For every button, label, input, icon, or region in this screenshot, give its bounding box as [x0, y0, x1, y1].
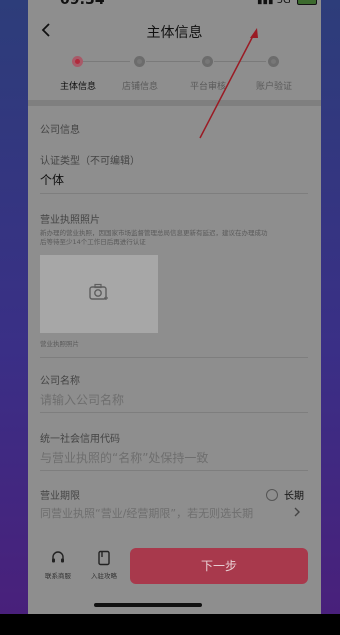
license-label: 营业执照照片: [40, 215, 100, 226]
home-indicator: [94, 603, 202, 607]
credit-code-input[interactable]: 与营业执照的“名称”处保持一致: [40, 449, 208, 466]
company-name-input[interactable]: 请输入公司名称: [40, 391, 124, 408]
license-hint-line-2: 后等待至少14个工作日后再进行认证: [40, 238, 146, 246]
contact-service-label: 联系商服: [45, 572, 71, 580]
next-button[interactable]: 下一步: [130, 548, 308, 584]
cert-type-value: 个体: [40, 173, 65, 187]
license-hint: 新办理的营业执照，因国家市场监督管理总局信息更新有延迟，建议在办理成功 后等待至…: [40, 229, 312, 247]
license-caption: 营业执照照片: [40, 340, 79, 348]
contact-service-button[interactable]: 联系商服: [40, 550, 76, 580]
guide-label: 入驻攻略: [91, 572, 117, 580]
credit-code-label: 统一社会信用代码: [40, 434, 120, 445]
book-icon: [98, 550, 110, 566]
long-term-radio[interactable]: [266, 489, 278, 501]
divider: [40, 193, 308, 194]
divider: [40, 357, 308, 358]
bottom-action-bar: 联系商服 入驻攻略 下一步: [28, 540, 321, 592]
long-term-label[interactable]: 长期: [284, 487, 304, 502]
license-upload-box[interactable]: [40, 255, 158, 333]
annotation-arrow: [199, 28, 258, 139]
divider: [40, 470, 308, 471]
screen-bottom-edge: [0, 614, 340, 635]
company-name-label: 公司名称: [40, 376, 80, 387]
camera-icon: [89, 283, 108, 300]
chevron-right-icon[interactable]: [292, 507, 302, 517]
business-term-label: 营业期限: [40, 491, 80, 502]
app-screen: 09:34 ▮▮▮ 5G 主体信息 主体信息 店铺信息 平台审核 账户验证 公司…: [28, 0, 321, 614]
license-hint-line-1: 新办理的营业执照，因国家市场监督管理总局信息更新有延迟，建议在办理成功: [40, 229, 268, 237]
headset-icon: [52, 551, 64, 563]
divider: [40, 412, 308, 413]
business-term-input[interactable]: 同营业执照“营业/经营期限”，若无则选长期: [40, 505, 253, 521]
guide-button[interactable]: 入驻攻略: [86, 550, 122, 580]
